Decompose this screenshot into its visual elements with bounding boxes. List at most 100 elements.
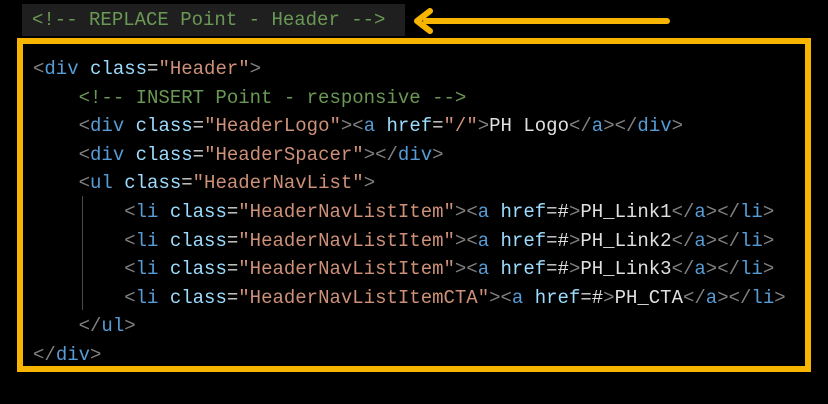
token-attr: href (500, 229, 547, 252)
token-bracket: < (78, 172, 91, 195)
token-bracket: > (454, 200, 467, 223)
token-tag: div (55, 343, 91, 366)
token-tag: a (477, 229, 490, 252)
token-bracket: </ (78, 315, 102, 338)
token-bracket: > (363, 172, 376, 195)
token-attr: href (500, 258, 547, 281)
token-bracket: </ (671, 229, 695, 252)
token-attr: href (500, 200, 547, 223)
token-bracket: </ (33, 343, 56, 366)
token-bracket: < (78, 143, 91, 166)
code-line: </ul> (33, 312, 786, 341)
token-text: # (557, 200, 569, 223)
token-attr: class (169, 258, 227, 281)
token-str: "HeaderNavListItemCTA" (238, 286, 490, 309)
token-bracket: > (705, 258, 718, 281)
token-str: "HeaderNavListItem" (238, 200, 455, 223)
code-line: </div> (33, 341, 786, 370)
token-bracket: > (568, 200, 581, 223)
token-bracket: < (352, 115, 364, 138)
token-bracket: > (717, 286, 729, 309)
token-bracket: </ (614, 115, 638, 138)
token-str: "HeaderNavListItem" (238, 258, 455, 281)
token-bracket: > (568, 229, 581, 252)
token-eq: = (546, 200, 558, 223)
token-eq: = (226, 286, 239, 309)
token-bracket: > (124, 315, 136, 338)
token-bracket: </ (671, 200, 695, 223)
token-attr: class (135, 115, 193, 138)
token-attr: class (90, 58, 148, 80)
token-bracket: </ (375, 143, 398, 166)
code-line: <li class="HeaderNavListItem"><a href=#>… (33, 227, 786, 256)
token-tag: div (637, 115, 672, 138)
token-tag: div (397, 143, 433, 166)
token-tag: a (705, 286, 718, 309)
token-tag: a (511, 286, 524, 309)
token-comment: <!-- INSERT Point - responsive --> (78, 86, 467, 109)
token-bracket: </ (717, 200, 741, 223)
token-bracket: > (603, 115, 615, 138)
token-tag: div (90, 115, 125, 138)
token-bracket: > (705, 229, 718, 252)
token-bracket: > (762, 229, 775, 252)
header-comment-text: <!-- REPLACE Point - Header --> (32, 9, 386, 31)
token-tag: li (135, 200, 159, 223)
token-tag: a (477, 258, 490, 281)
token-tag: li (740, 229, 763, 252)
token-bracket: > (249, 58, 262, 80)
token-tag: li (135, 286, 159, 309)
token-eq: = (226, 200, 239, 223)
token-bracket: </ (568, 115, 592, 138)
token-bracket: > (762, 258, 775, 281)
header-comment-label: <!-- REPLACE Point - Header --> (22, 4, 405, 36)
code-line: <!-- INSERT Point - responsive --> (33, 84, 786, 113)
token-text: # (557, 258, 569, 281)
token-bracket: < (466, 200, 478, 223)
token-bracket: < (500, 286, 512, 309)
token-str: "Header" (158, 58, 250, 80)
token-tag: a (363, 115, 376, 138)
token-bracket: < (124, 258, 136, 281)
token-attr: class (169, 286, 227, 309)
code-line: <ul class="HeaderNavList"> (33, 169, 786, 198)
token-eq: = (181, 172, 193, 195)
token-text: PH_CTA (614, 286, 683, 309)
token-bracket: > (774, 286, 786, 309)
token-tag: li (740, 200, 763, 223)
token-tag: a (694, 229, 706, 252)
token-tag: a (477, 200, 490, 223)
token-str: "HeaderLogo" (204, 115, 341, 138)
token-tag: a (591, 115, 604, 138)
token-text: PH_Link1 (580, 200, 672, 223)
token-bracket: > (603, 286, 615, 309)
token-str: "HeaderSpacer" (204, 143, 364, 166)
token-bracket: </ (728, 286, 752, 309)
token-str: "/" (443, 115, 478, 138)
token-text: PH Logo (489, 115, 569, 138)
token-tag: li (135, 258, 159, 281)
token-attr: class (169, 229, 227, 252)
token-str: "HeaderNavList" (192, 172, 364, 195)
code-block: <div class="Header"> <!-- INSERT Point -… (33, 55, 786, 370)
code-line: <li class="HeaderNavListItem"><a href=#>… (33, 255, 786, 284)
token-eq: = (580, 286, 592, 309)
code-line: <li class="HeaderNavListItem"><a href=#>… (33, 198, 786, 227)
code-line: <div class="HeaderSpacer"></div> (33, 141, 786, 170)
token-eq: = (226, 258, 239, 281)
token-eq: = (546, 229, 558, 252)
token-bracket: < (33, 58, 45, 80)
token-bracket: </ (682, 286, 706, 309)
